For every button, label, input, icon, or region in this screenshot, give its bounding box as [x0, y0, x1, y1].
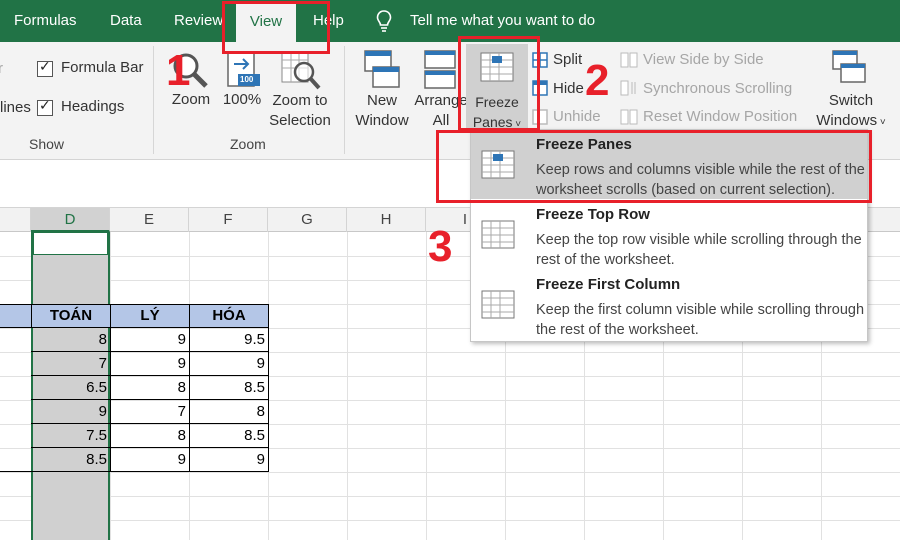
annotation-box-freeze-panes	[458, 36, 540, 131]
column-header-h[interactable]: H	[347, 208, 426, 232]
active-cell[interactable]	[33, 232, 108, 255]
reset-window-position-button[interactable]: Reset Window Position	[643, 108, 797, 125]
header-cell-hoa[interactable]: HÓA	[189, 304, 269, 328]
formula-bar-checkbox[interactable]: ✓	[37, 59, 53, 77]
table-cell[interactable]: 8.5	[189, 424, 269, 448]
hide-button[interactable]: Hide	[553, 80, 584, 97]
tab-data[interactable]: Data	[110, 0, 142, 42]
headings-label: Headings	[61, 98, 125, 115]
menu-item-freeze-first-column[interactable]: Freeze First Column Keep the first colum…	[471, 270, 867, 339]
headings-checkbox[interactable]: ✓	[37, 98, 53, 116]
group-label-show: Show	[29, 136, 65, 152]
table-cell[interactable]: 9	[110, 352, 190, 376]
column-header-g[interactable]: G	[268, 208, 347, 232]
new-window-icon[interactable]	[364, 50, 400, 90]
table-cell[interactable]: 6.5	[31, 376, 111, 400]
partial-column-cells	[0, 328, 31, 472]
column-header-d[interactable]: D	[31, 208, 110, 232]
zoom-100-button[interactable]: 100%	[220, 91, 264, 108]
annotation-step-3: 3	[428, 222, 453, 271]
annotation-box-freeze-menu-item	[436, 130, 872, 203]
table-cell[interactable]: 8	[110, 376, 190, 400]
unhide-button[interactable]: Unhide	[553, 108, 601, 125]
partial-label: r	[0, 60, 3, 77]
table-cell[interactable]: 9	[189, 448, 269, 472]
new-window-button[interactable]: New Window	[350, 91, 414, 131]
gridlines-label: lines	[0, 99, 31, 116]
group-separator	[344, 46, 345, 154]
view-side-by-side-icon	[620, 52, 638, 68]
column-header-c[interactable]	[0, 208, 31, 232]
menu-item-freeze-top-row[interactable]: Freeze Top Row Keep the top row visible …	[471, 200, 867, 269]
zoom-to-line2: Selection	[269, 112, 331, 129]
header-cell-toan[interactable]: TOÁN	[31, 304, 111, 328]
table-cell[interactable]: 9	[189, 352, 269, 376]
new-window-line2: Window	[355, 112, 409, 129]
table-cell[interactable]: 8.5	[31, 448, 111, 472]
gridline	[426, 232, 427, 540]
ribbon-tab-bar: Formulas Data Review View Help Tell me w…	[0, 0, 900, 42]
new-window-line1: New	[366, 92, 397, 109]
table-cell[interactable]: 9	[110, 328, 190, 352]
group-separator	[153, 46, 154, 154]
formula-bar-label: Formula Bar	[61, 59, 144, 76]
table-cell[interactable]: 8	[31, 328, 111, 352]
gridline	[0, 520, 900, 521]
gridline	[0, 496, 900, 497]
table-cell[interactable]: 9	[110, 448, 190, 472]
reset-window-position-icon	[620, 109, 638, 125]
lightbulb-icon	[376, 10, 392, 32]
table-cell[interactable]: 7	[31, 352, 111, 376]
freeze-top-row-icon	[481, 220, 515, 249]
menu-item-description: Keep the top row visible while scrolling…	[536, 232, 862, 268]
table-cell[interactable]: 7.5	[31, 424, 111, 448]
column-header-e[interactable]: E	[110, 208, 189, 232]
header-cell-partial	[0, 304, 31, 328]
view-side-by-side-button[interactable]: View Side by Side	[643, 51, 764, 68]
table-cell[interactable]: 9	[31, 400, 111, 424]
header-cell-ly[interactable]: LÝ	[110, 304, 190, 328]
table-cell[interactable]: 8	[189, 400, 269, 424]
switch-windows-icon[interactable]	[832, 50, 868, 84]
table-cell[interactable]: 7	[110, 400, 190, 424]
arrange-line2: All	[432, 112, 450, 129]
synchronous-scrolling-button[interactable]: Synchronous Scrolling	[643, 80, 792, 97]
switch-line2: Windows	[816, 112, 878, 129]
switch-line1: Switch	[828, 92, 874, 109]
arrange-all-icon[interactable]	[424, 50, 458, 90]
column-header-f[interactable]: F	[189, 208, 268, 232]
zoom-100-badge: 100	[240, 75, 254, 84]
synchronous-scrolling-icon	[620, 80, 636, 96]
table-cell[interactable]: 8	[110, 424, 190, 448]
tab-formulas[interactable]: Formulas	[14, 0, 77, 42]
menu-item-title: Freeze Top Row	[536, 206, 650, 223]
annotation-step-1: 1	[166, 46, 191, 95]
zoom-100-icon[interactable]	[226, 50, 262, 90]
zoom-to-selection-icon[interactable]	[280, 50, 322, 92]
group-label-zoom: Zoom	[230, 136, 266, 152]
switch-windows-button[interactable]: Switch Windows ˅	[812, 91, 890, 133]
annotation-step-2: 2	[585, 56, 610, 105]
gridline	[347, 232, 348, 540]
gridline	[0, 472, 900, 473]
freeze-first-column-icon	[481, 290, 515, 319]
tab-review[interactable]: Review	[174, 0, 223, 42]
menu-item-title: Freeze First Column	[536, 276, 681, 293]
split-button[interactable]: Split	[553, 51, 582, 68]
menu-item-description: Keep the first column visible while scro…	[536, 302, 865, 338]
table-cell[interactable]: 8.5	[189, 376, 269, 400]
zoom-to-line1: Zoom to	[272, 92, 328, 109]
zoom-to-selection-button[interactable]: Zoom to Selection	[264, 91, 336, 131]
annotation-box-view-tab	[222, 1, 330, 54]
table-cell[interactable]: 9.5	[189, 328, 269, 352]
